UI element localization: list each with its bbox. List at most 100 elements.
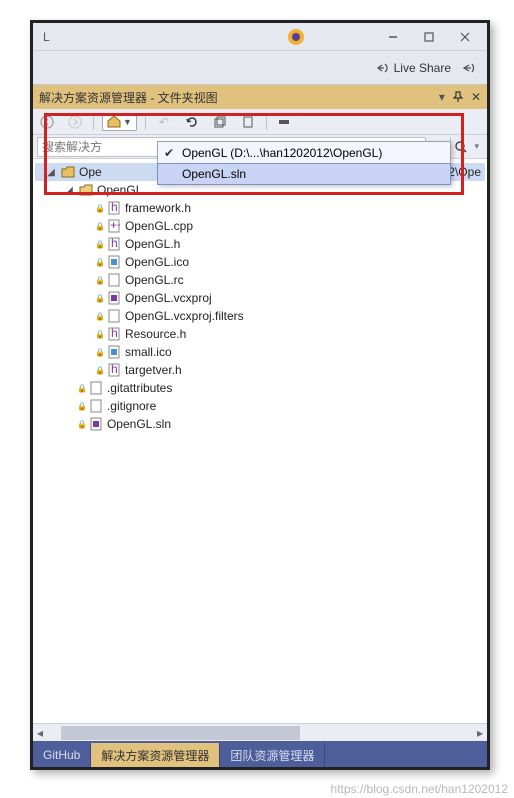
h-file-icon: h	[107, 237, 121, 251]
switch-views-button[interactable]: ▼	[102, 113, 137, 131]
switch-views-dropdown: ✔ OpenGL (D:\...\han1202012\OpenGL) Open…	[157, 141, 451, 185]
tree-label: OpenGL.vcxproj	[125, 291, 212, 305]
back-button[interactable]	[37, 112, 57, 132]
tab-solution-explorer[interactable]: 解决方案资源管理器	[91, 743, 220, 767]
tree-label: OpenGL.sln	[107, 417, 171, 431]
vs-badge-icon	[287, 28, 305, 46]
tree-file[interactable]: 🔒htargetver.h	[35, 361, 485, 379]
tree-file[interactable]: 🔒 OpenGL.rc	[35, 271, 485, 289]
svg-text:h: h	[111, 363, 118, 376]
command-bar: Live Share	[33, 51, 487, 85]
lock-icon: 🔒	[77, 384, 87, 393]
lock-icon: 🔒	[95, 348, 105, 357]
dropdown-item-solution[interactable]: OpenGL.sln	[157, 163, 451, 185]
horizontal-scrollbar[interactable]: ◂ ▸	[33, 723, 487, 741]
tree-file[interactable]: 🔒hResource.h	[35, 325, 485, 343]
tree-label: .gitattributes	[107, 381, 172, 395]
solution-tree: ◢ Ope 2012\Ope ◢ OpenGL 🔒hframework.h 🔒+…	[33, 159, 487, 437]
folder-icon	[61, 165, 75, 179]
tab-team-explorer[interactable]: 团队资源管理器	[220, 743, 325, 767]
tree-label: OpenGL.cpp	[125, 219, 193, 233]
separator	[145, 114, 146, 130]
live-share-label: Live Share	[394, 61, 451, 75]
panel-dropdown-icon[interactable]: ▾	[439, 90, 445, 104]
tree-file[interactable]: 🔒 OpenGL.sln	[35, 415, 485, 433]
tree-file[interactable]: 🔒 h framework.h	[35, 199, 485, 217]
tree-label: OpenGL.vcxproj.filters	[125, 309, 244, 323]
tree-file[interactable]: 🔒 .gitattributes	[35, 379, 485, 397]
lock-icon: 🔒	[95, 204, 105, 213]
bottom-tabs: GitHub 解决方案资源管理器 团队资源管理器	[33, 741, 487, 767]
share-icon	[376, 61, 390, 75]
sln-file-icon	[89, 417, 103, 431]
tree-file[interactable]: 🔒 small.ico	[35, 343, 485, 361]
refresh-button[interactable]	[182, 112, 202, 132]
folder-open-icon	[79, 183, 93, 197]
tree-label: OpenGL.ico	[125, 255, 189, 269]
scroll-right-icon[interactable]: ▸	[473, 726, 487, 740]
h-file-icon: h	[107, 201, 121, 215]
dropdown-item-folder-view[interactable]: ✔ OpenGL (D:\...\han1202012\OpenGL)	[158, 142, 450, 164]
collapse-all-button[interactable]	[210, 112, 230, 132]
panel-title: 解决方案资源管理器 - 文件夹视图	[39, 89, 218, 106]
lock-icon: 🔒	[95, 366, 105, 375]
tree-label: small.ico	[125, 345, 172, 359]
svg-text:h: h	[111, 201, 118, 214]
tree-label: framework.h	[125, 201, 191, 215]
lock-icon: 🔒	[77, 420, 87, 429]
chevron-down-icon: ▼	[123, 117, 132, 127]
svg-text:h: h	[111, 327, 118, 340]
tree-label: OpenGL.rc	[125, 273, 184, 287]
titlebar: L	[33, 23, 487, 51]
lock-icon: 🔒	[95, 276, 105, 285]
minimize-button[interactable]	[375, 25, 411, 49]
tree-label: Resource.h	[125, 327, 186, 341]
text-file-icon	[89, 399, 103, 413]
rc-file-icon	[107, 273, 121, 287]
panel-header: 解决方案资源管理器 - 文件夹视图 ▾ ✕	[33, 85, 487, 109]
dropdown-item-label: OpenGL (D:\...\han1202012\OpenGL)	[182, 146, 382, 160]
scrollbar-thumb[interactable]	[61, 726, 300, 740]
tree-label: .gitignore	[107, 399, 156, 413]
pin-icon[interactable]	[453, 91, 463, 103]
home-icon	[107, 116, 121, 128]
live-share-button[interactable]: Live Share	[376, 61, 451, 75]
lock-icon: 🔒	[95, 294, 105, 303]
lock-icon: 🔒	[77, 402, 87, 411]
window: L Live Share 解决方案资源管理器 - 文件夹视图 ▾	[30, 20, 490, 770]
tree-file[interactable]: 🔒++OpenGL.cpp	[35, 217, 485, 235]
search-button[interactable]	[450, 137, 470, 157]
lock-icon: 🔒	[95, 258, 105, 267]
tree-label: OpenGL.h	[125, 237, 180, 251]
watermark: https://blog.csdn.net/han1202012	[331, 782, 508, 796]
text-file-icon	[89, 381, 103, 395]
tree-file[interactable]: 🔒 OpenGL.ico	[35, 253, 485, 271]
undo-button[interactable]: ↶	[154, 112, 174, 132]
tree-file[interactable]: 🔒 OpenGL.vcxproj	[35, 289, 485, 307]
check-icon: ✔	[162, 146, 176, 160]
close-button[interactable]	[447, 25, 483, 49]
expander-icon[interactable]: ◢	[63, 185, 75, 196]
ico-file-icon	[107, 345, 121, 359]
h-file-icon: h	[107, 327, 121, 341]
vcxproj-file-icon	[107, 291, 121, 305]
tree-file[interactable]: 🔒 .gitignore	[35, 397, 485, 415]
svg-text:++: ++	[110, 219, 120, 232]
maximize-button[interactable]	[411, 25, 447, 49]
properties-button[interactable]	[275, 112, 295, 132]
search-options-icon[interactable]: ▾	[470, 141, 483, 152]
tree-file[interactable]: 🔒OpenGL.vcxproj.filters	[35, 307, 485, 325]
forward-button[interactable]	[65, 112, 85, 132]
filters-file-icon	[107, 309, 121, 323]
tab-github[interactable]: GitHub	[33, 743, 91, 767]
tree-file[interactable]: 🔒hOpenGL.h	[35, 235, 485, 253]
dropdown-item-label: OpenGL.sln	[182, 167, 246, 181]
separator	[93, 114, 94, 130]
scrollbar-track[interactable]	[61, 726, 459, 740]
scroll-left-icon[interactable]: ◂	[33, 726, 47, 740]
panel-close-icon[interactable]: ✕	[471, 90, 481, 104]
show-all-files-button[interactable]	[238, 112, 258, 132]
tab-label: GitHub	[43, 748, 80, 762]
expander-icon[interactable]: ◢	[45, 167, 57, 178]
feedback-button[interactable]	[461, 60, 477, 76]
